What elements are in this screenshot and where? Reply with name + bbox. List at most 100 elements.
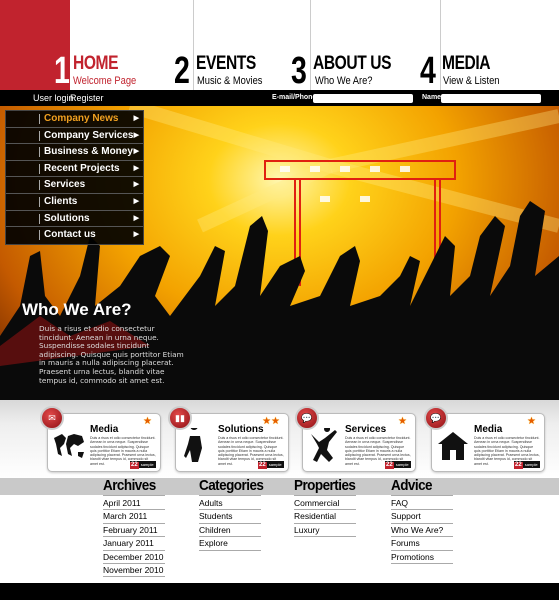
- footer-link[interactable]: February 2011: [103, 524, 165, 538]
- menu-item-label: Recent Projects: [44, 162, 120, 174]
- star-rating-icon: ★: [527, 416, 536, 427]
- footer-link[interactable]: Children: [199, 524, 261, 538]
- footer-link[interactable]: Luxury: [294, 524, 356, 538]
- separator: [39, 130, 40, 141]
- divider: [310, 0, 311, 90]
- menu-item[interactable]: Solutions ▶: [6, 211, 143, 228]
- card-badge[interactable]: 22 sample: [130, 461, 156, 469]
- nav-number: 1: [54, 50, 70, 92]
- nav-subtitle: Music & Movies: [197, 75, 263, 87]
- star-rating-icon: ★★: [262, 416, 280, 427]
- user-login-link[interactable]: User login: [33, 93, 74, 103]
- footer-link[interactable]: Residential: [294, 510, 356, 524]
- footer-link[interactable]: Adults: [199, 497, 261, 511]
- card-badge[interactable]: 22 sample: [514, 461, 540, 469]
- menu-item[interactable]: Recent Projects ▶: [6, 161, 143, 178]
- footer-column: Adults Students Children Explore: [199, 497, 261, 551]
- arrow-right-icon: ▶: [133, 164, 139, 172]
- email-input[interactable]: [313, 94, 413, 103]
- mail-icon: ✉: [40, 406, 64, 430]
- separator: [39, 180, 40, 191]
- feature-card[interactable]: Solutions ★★ Duis a risus et odio consec…: [175, 413, 289, 472]
- card-badge[interactable]: 22 sample: [385, 461, 411, 469]
- nav-title: ABOUT US: [313, 53, 392, 74]
- footer-column: FAQ Support Who We Are? Forums Promotions: [391, 497, 453, 564]
- menu-item[interactable]: Contact us ▶: [6, 227, 143, 244]
- top-bar: User login Register E-mail/Phone Name: [0, 90, 559, 106]
- arrow-right-icon: ▶: [133, 131, 139, 139]
- world-map-icon: [52, 428, 86, 464]
- badge-number: 22: [385, 462, 394, 469]
- badge-label: sample: [524, 462, 538, 467]
- menu-item[interactable]: Company Services ▶: [6, 128, 143, 145]
- menu-item-label: Business & Money: [44, 146, 133, 158]
- arrow-right-icon: ▶: [133, 214, 139, 222]
- feature-card[interactable]: Media ★ Duis a risus et odio consectetur…: [431, 413, 545, 472]
- card-title: Media: [474, 424, 503, 435]
- nav-subtitle: View & Listen: [443, 75, 500, 87]
- divider: [294, 495, 356, 496]
- footer-heading: Categories: [199, 477, 264, 494]
- register-link[interactable]: Register: [70, 93, 104, 103]
- badge-number: 22: [130, 462, 139, 469]
- separator: [39, 147, 40, 158]
- menu-item-label: Company News: [44, 113, 119, 124]
- badge-label: sample: [268, 462, 282, 467]
- footer-link[interactable]: January 2011: [103, 537, 165, 551]
- divider: [103, 495, 165, 496]
- speech-bubble-icon: 💬: [424, 406, 448, 430]
- star-rating-icon: ★: [398, 416, 407, 427]
- nav-number: 3: [291, 50, 307, 92]
- name-label: Name: [422, 94, 442, 101]
- hero-title: Who We Are?: [22, 300, 132, 319]
- email-label: E-mail/Phone: [272, 94, 317, 101]
- footer-link[interactable]: Explore: [199, 537, 261, 551]
- nav-title: MEDIA: [442, 53, 491, 74]
- footer-heading: Archives: [103, 477, 156, 494]
- hero-text: Duis a risus et odio consectetur tincidu…: [39, 324, 184, 385]
- card-badge[interactable]: 22 sample: [258, 461, 284, 469]
- feature-card[interactable]: Services ★ Duis a risus et odio consecte…: [302, 413, 416, 472]
- bar-chart-icon: ▮▮: [168, 406, 192, 430]
- menu-item-label: Company Services: [44, 129, 134, 141]
- house-icon: [436, 428, 470, 464]
- nav-title: HOME: [73, 53, 119, 74]
- card-title: Solutions: [218, 424, 264, 435]
- footer-link[interactable]: Support: [391, 510, 453, 524]
- menu-item[interactable]: Clients ▶: [6, 194, 143, 211]
- feature-card[interactable]: Media ★ Duis a risus et odio consectetur…: [47, 413, 161, 472]
- menu-item[interactable]: Services ▶: [6, 177, 143, 194]
- menu-item-label: Solutions: [44, 212, 90, 224]
- footer-heading: Advice: [391, 477, 433, 494]
- menu-item[interactable]: Company News ▶: [6, 111, 143, 128]
- menu-item-label: Clients: [44, 195, 78, 207]
- badge-label: sample: [140, 462, 154, 467]
- footer-link[interactable]: April 2011: [103, 497, 165, 511]
- footer-link[interactable]: November 2010: [103, 564, 165, 578]
- footer-column: April 2011 March 2011 February 2011 January…: [103, 497, 165, 578]
- separator: [39, 114, 40, 124]
- footer-link[interactable]: Commercial: [294, 497, 356, 511]
- nav-number: 4: [420, 50, 436, 92]
- footer-link[interactable]: Students: [199, 510, 261, 524]
- footer-heading: Properties: [294, 477, 356, 494]
- arrow-right-icon: ▶: [133, 197, 139, 205]
- nav-subtitle: Welcome Page: [73, 75, 137, 87]
- footer-link[interactable]: December 2010: [103, 551, 165, 564]
- arrow-right-icon: ▶: [133, 148, 139, 156]
- footer-link[interactable]: Forums: [391, 537, 453, 551]
- footer-link[interactable]: Promotions: [391, 551, 453, 564]
- card-title: Media: [90, 424, 119, 435]
- footer-link[interactable]: FAQ: [391, 497, 453, 511]
- badge-number: 22: [258, 462, 267, 469]
- nav-title: EVENTS: [196, 53, 256, 74]
- menu-item[interactable]: Business & Money ▶: [6, 144, 143, 161]
- name-input[interactable]: [441, 94, 541, 103]
- separator: [39, 196, 40, 207]
- saxophone-player-icon: [180, 422, 214, 464]
- footer-link[interactable]: March 2011: [103, 510, 165, 524]
- footer-link[interactable]: Who We Are?: [391, 524, 453, 538]
- bottom-bar: [0, 583, 559, 600]
- arrow-right-icon: ▶: [133, 231, 139, 239]
- side-menu: Company News ▶ Company Services ▶ Business &…: [5, 110, 144, 245]
